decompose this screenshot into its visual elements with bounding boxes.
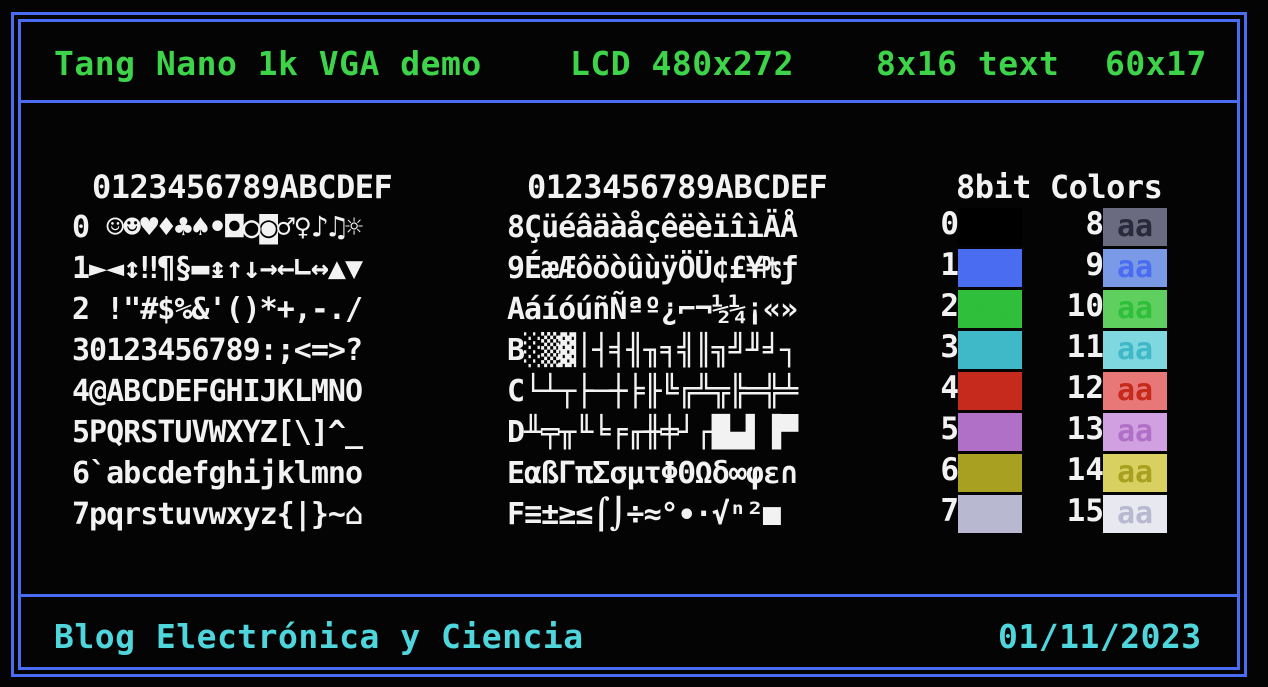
- charset-row: 30123456789:;<=>?: [72, 333, 363, 368]
- color-sample-text: aa: [972, 332, 1009, 367]
- charset-row: EαßΓπΣσµτΦΘΩδ∞φε∩: [507, 456, 798, 491]
- color-swatch: aa: [1103, 331, 1167, 369]
- color-sample-text: aa: [1117, 414, 1154, 449]
- color-sample-text: aa: [972, 291, 1009, 326]
- color-swatch: aa: [958, 331, 1022, 369]
- charset-row: 5PQRSTUVWXYZ[\]^_: [72, 415, 363, 450]
- color-sample-text: aa: [1117, 250, 1154, 285]
- color-sample-text: aa: [972, 455, 1009, 490]
- color-swatch: aa: [958, 249, 1022, 287]
- vga-screen: Tang Nano 1k VGA demo LCD 480x272 8x16 t…: [0, 0, 1268, 687]
- color-swatch: aa: [958, 413, 1022, 451]
- color-index-label: 6: [940, 452, 959, 488]
- charset-row: D╨╤╥╙╘╒╓╫╪┘┌█▄▌▐▀: [507, 415, 798, 450]
- color-index-label: 3: [940, 329, 959, 365]
- color-sample-text: aa: [1117, 332, 1154, 367]
- color-sample-text: aa: [1117, 373, 1154, 408]
- charset-right-header: 0123456789ABCDEF: [527, 168, 828, 206]
- color-index-label: 10: [1066, 288, 1104, 324]
- color-swatch: aa: [958, 290, 1022, 328]
- footer-divider: [18, 594, 1240, 597]
- footer-date: 01/11/2023: [998, 617, 1202, 656]
- color-sample-text: aa: [972, 209, 1009, 244]
- color-index-label: 2: [940, 288, 959, 324]
- charset-row: AáíóúñÑªº¿⌐¬½¼¡«»: [507, 292, 798, 327]
- color-index-label: 4: [940, 370, 959, 406]
- color-swatch: aa: [1103, 454, 1167, 492]
- color-index-label: 13: [1066, 411, 1104, 447]
- color-swatch: aa: [1103, 372, 1167, 410]
- charset-row: 2 !"#$%&'()*+,-./: [72, 292, 363, 327]
- color-index-label: 11: [1066, 329, 1104, 365]
- colors-title: 8bit Colors: [956, 168, 1163, 206]
- color-sample-text: aa: [972, 250, 1009, 285]
- color-swatch: aa: [1103, 249, 1167, 287]
- color-index-label: 1: [940, 247, 959, 283]
- color-sample-text: aa: [972, 496, 1009, 531]
- charset-row: 7pqrstuvwxyz{|}~⌂: [72, 497, 363, 532]
- color-index-label: 14: [1066, 452, 1104, 488]
- color-swatch: aa: [1103, 208, 1167, 246]
- color-sample-text: aa: [1117, 455, 1154, 490]
- header-title: Tang Nano 1k VGA demo: [54, 44, 482, 83]
- color-index-label: 12: [1066, 370, 1104, 406]
- color-swatch: aa: [958, 372, 1022, 410]
- color-sample-text: aa: [1117, 496, 1154, 531]
- charset-row: F≡±≥≤⌠⌡÷≈°∙·√ⁿ²■: [507, 497, 798, 532]
- charset-row: 8ÇüéâäàåçêëèïîìÄÅ: [507, 210, 798, 245]
- color-swatch: aa: [958, 454, 1022, 492]
- color-index-label: 9: [1085, 247, 1104, 283]
- color-swatch: aa: [958, 208, 1022, 246]
- charset-row: 1►◄↕‼¶§▬↨↑↓→←∟↔▲▼: [72, 251, 363, 286]
- color-sample-text: aa: [1117, 291, 1154, 326]
- header-lcd: LCD 480x272: [570, 44, 795, 83]
- charset-row: 9ÉæÆôöòûùÿÖÜ¢£¥₧ƒ: [507, 251, 798, 286]
- color-swatch: aa: [1103, 495, 1167, 533]
- footer-blog: Blog Electrónica y Ciencia: [54, 617, 584, 656]
- color-index-label: 8: [1085, 206, 1104, 242]
- color-index-label: 0: [940, 206, 959, 242]
- charset-row: 0 ☺☻♥♦♣♠•◘○◙♂♀♪♫☼: [72, 210, 363, 245]
- color-swatch: aa: [1103, 290, 1167, 328]
- header-grid: 60x17: [1105, 44, 1207, 83]
- color-index-label: 7: [940, 493, 959, 529]
- color-index-label: 5: [940, 411, 959, 447]
- color-sample-text: aa: [972, 414, 1009, 449]
- charset-row: 4@ABCDEFGHIJKLMNO: [72, 374, 363, 409]
- color-sample-text: aa: [1117, 209, 1154, 244]
- color-sample-text: aa: [972, 373, 1009, 408]
- charset-left-header: 0123456789ABCDEF: [92, 168, 393, 206]
- color-index-label: 15: [1066, 493, 1104, 529]
- header-font: 8x16 text: [876, 44, 1060, 83]
- charset-row: 6`abcdefghijklmno: [72, 456, 363, 491]
- charset-row: C└┴┬├─┼╞╟╚╔╩╦╠═╬╧: [507, 374, 798, 409]
- color-swatch: aa: [958, 495, 1022, 533]
- header-divider: [18, 100, 1240, 103]
- color-swatch: aa: [1103, 413, 1167, 451]
- charset-row: B░▒▓│┤╡╢╖╕╣║╗╝╜╛┐: [507, 333, 798, 368]
